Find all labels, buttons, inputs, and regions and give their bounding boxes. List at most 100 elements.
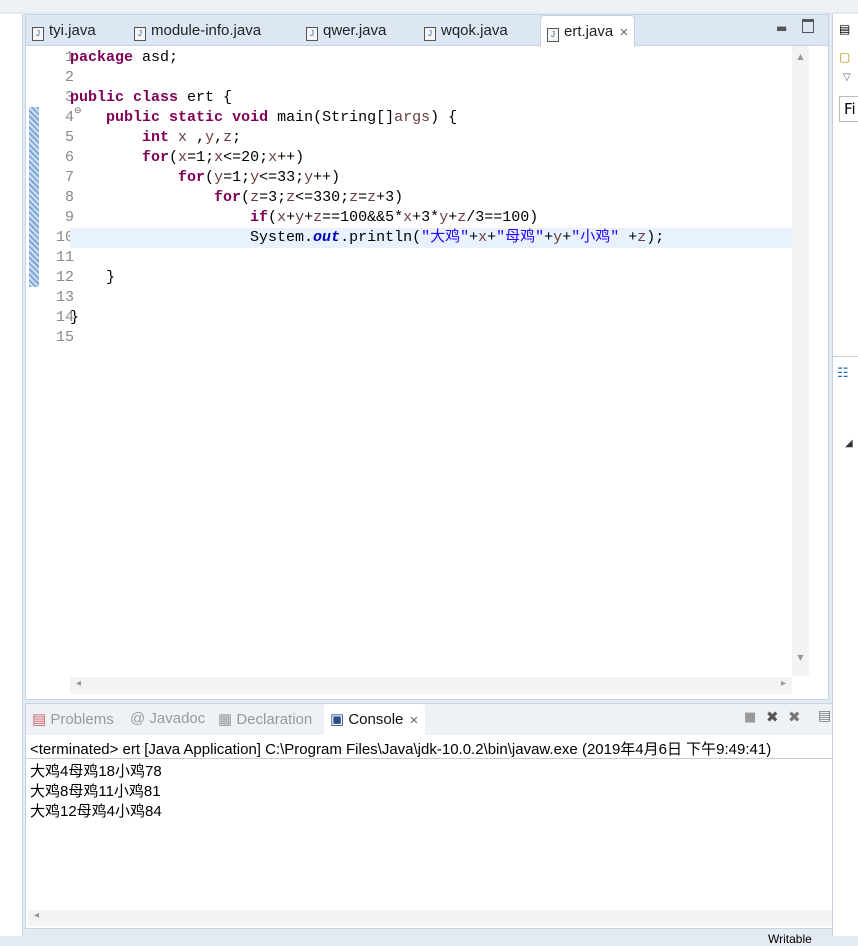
code-line: for(z=3;z<=330;z=z+3) bbox=[70, 188, 792, 208]
code-line: for(y=1;y<=33;y++) bbox=[70, 168, 792, 188]
scroll-up-icon[interactable]: ▲ bbox=[792, 52, 809, 61]
maximize-icon[interactable] bbox=[802, 19, 814, 33]
scroll-left-icon[interactable]: ◂ bbox=[34, 910, 39, 921]
code-token: x bbox=[178, 129, 188, 146]
code-token: +3) bbox=[376, 189, 404, 206]
at-icon: @ bbox=[130, 710, 150, 727]
new-task-icon[interactable]: ▢ bbox=[839, 50, 850, 64]
code-token: ; bbox=[232, 129, 242, 146]
terminate-icon[interactable]: ■ bbox=[744, 710, 756, 725]
code-token: out bbox=[313, 229, 341, 246]
code-token: x bbox=[403, 209, 413, 226]
horizontal-scrollbar[interactable]: ◂ ▸ bbox=[70, 677, 792, 694]
code-token: z bbox=[457, 209, 467, 226]
remove-all-launches-icon[interactable]: ✖ bbox=[788, 708, 801, 726]
clear-console-icon[interactable]: ▤ bbox=[818, 708, 831, 724]
java-file-icon: J bbox=[306, 27, 318, 41]
code-token: x bbox=[277, 209, 287, 226]
close-icon[interactable]: ✕ bbox=[409, 715, 418, 727]
status-writable: Writable bbox=[768, 932, 812, 946]
code-token: y bbox=[439, 209, 449, 226]
dropdown-icon[interactable]: ▽ bbox=[843, 72, 851, 83]
divider bbox=[26, 758, 856, 759]
tab-javadoc[interactable]: @ Javadoc bbox=[130, 710, 205, 727]
code-token: z bbox=[286, 189, 296, 206]
code-token: ert { bbox=[178, 89, 233, 106]
line-number-ruler: 1 2 3 4 5 6 7 8 9 10 11 12 13 14 15 ⊖ bbox=[40, 46, 82, 676]
code-token: main(String[] bbox=[268, 109, 395, 126]
divider bbox=[833, 356, 858, 357]
code-token: + bbox=[544, 229, 554, 246]
code-token: y bbox=[250, 169, 260, 186]
code-line: package asd; bbox=[70, 48, 792, 68]
code-token: public bbox=[70, 89, 125, 106]
tab-ert-java[interactable]: Jert.java ✕ bbox=[540, 15, 636, 47]
code-token: ++) bbox=[313, 169, 341, 186]
code-token: y bbox=[295, 209, 305, 226]
code-token: class bbox=[133, 89, 179, 106]
line-number: 2 bbox=[64, 69, 74, 86]
console-horizontal-scrollbar[interactable]: ◂ bbox=[28, 910, 854, 926]
remove-launch-icon[interactable]: ✖ bbox=[766, 708, 779, 726]
code-line: System.out.println("大鸡"+x+"母鸡"+y+"小鸡" +z… bbox=[70, 228, 792, 248]
line-number: 8 bbox=[64, 189, 74, 206]
line-number: 6 bbox=[64, 149, 74, 166]
java-file-icon: J bbox=[134, 27, 146, 41]
tab-declaration[interactable]: ▦ Declaration bbox=[218, 710, 312, 728]
code-token: y bbox=[214, 169, 224, 186]
filter-input[interactable]: Fi bbox=[839, 96, 858, 122]
code-token: } bbox=[70, 269, 116, 286]
close-icon[interactable]: ✕ bbox=[619, 27, 628, 39]
code-line: for(x=1;x<=20;x++) bbox=[70, 148, 792, 168]
code-token: ( bbox=[169, 149, 179, 166]
scroll-left-icon[interactable]: ◂ bbox=[76, 678, 81, 689]
console-icon: ▣ bbox=[330, 711, 349, 728]
change-ruler bbox=[29, 107, 39, 287]
console-status: <terminated> ert [Java Application] C:\P… bbox=[30, 741, 772, 758]
code-token: =1; bbox=[223, 169, 251, 186]
vertical-scrollbar[interactable]: ▲ ▼ bbox=[792, 46, 809, 676]
code-line: } bbox=[70, 308, 792, 328]
code-token: args bbox=[394, 109, 431, 126]
code-token: <=33; bbox=[259, 169, 305, 186]
code-token: = bbox=[358, 189, 368, 206]
code-token: + bbox=[448, 209, 458, 226]
main-toolbar bbox=[0, 0, 858, 12]
tab-problems[interactable]: ▤ Problems bbox=[32, 710, 114, 728]
minimize-icon[interactable]: ▬ bbox=[776, 21, 787, 35]
line-number: 1 bbox=[64, 49, 74, 66]
code-token: "小鸡" bbox=[571, 229, 620, 246]
code-token: x bbox=[214, 149, 224, 166]
tab-tyi-java[interactable]: Jtyi.java bbox=[32, 15, 96, 45]
code-editor[interactable]: package asd; public class ert { public st… bbox=[70, 46, 792, 676]
java-file-icon: J bbox=[424, 27, 436, 41]
code-token: for bbox=[214, 189, 242, 206]
tab-qwer-java[interactable]: Jqwer.java bbox=[306, 15, 386, 45]
tab-wqok-java[interactable]: Jwqok.java bbox=[424, 15, 508, 45]
scroll-down-icon[interactable]: ▼ bbox=[792, 653, 809, 662]
tab-console[interactable]: ▣ Console ✕ bbox=[324, 704, 425, 735]
line-number: 4 bbox=[64, 109, 74, 126]
code-token: y bbox=[553, 229, 563, 246]
code-token: ); bbox=[646, 229, 665, 246]
code-line: int x ,y,z; bbox=[70, 128, 792, 148]
task-list-icon: ▤ bbox=[839, 22, 851, 36]
line-number: 14 bbox=[55, 309, 74, 326]
line-number: 12 bbox=[55, 269, 74, 286]
code-token: if bbox=[250, 209, 269, 226]
code-token: for bbox=[178, 169, 206, 186]
code-token: <=330; bbox=[295, 189, 350, 206]
code-token: int bbox=[142, 129, 170, 146]
code-token: x bbox=[268, 149, 278, 166]
tab-module-info-java[interactable]: Jmodule-info.java bbox=[134, 15, 261, 45]
code-token: + bbox=[487, 229, 497, 246]
scroll-right-icon[interactable]: ▸ bbox=[781, 678, 786, 689]
